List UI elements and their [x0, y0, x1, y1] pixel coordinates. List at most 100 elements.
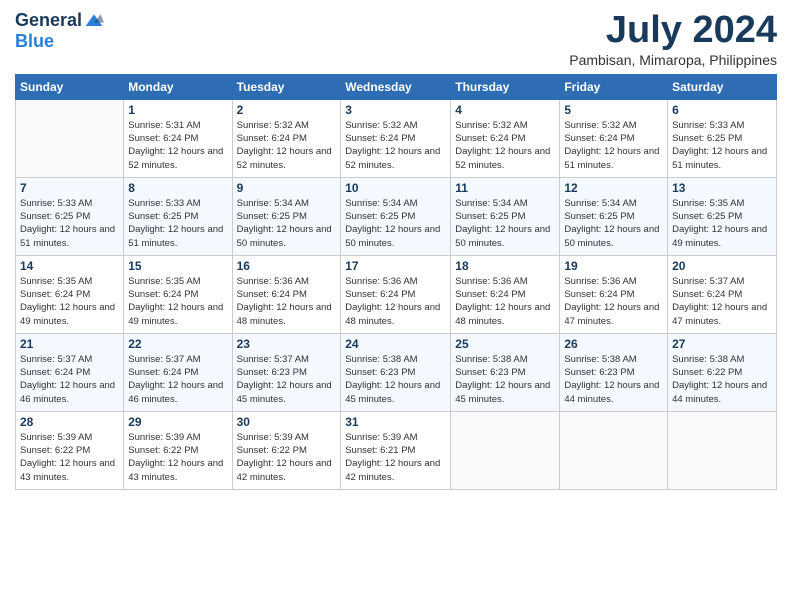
day-info: Sunrise: 5:38 AMSunset: 6:22 PMDaylight:…	[672, 353, 772, 406]
calendar-cell: 24Sunrise: 5:38 AMSunset: 6:23 PMDayligh…	[341, 333, 451, 411]
day-number: 10	[345, 181, 446, 195]
calendar-cell: 26Sunrise: 5:38 AMSunset: 6:23 PMDayligh…	[560, 333, 668, 411]
day-number: 17	[345, 259, 446, 273]
day-number: 6	[672, 103, 772, 117]
day-info: Sunrise: 5:33 AMSunset: 6:25 PMDaylight:…	[20, 197, 119, 250]
week-row-4: 21 Sunrise: 5:37 AMSunset: 6:24 PMDayligh…	[16, 333, 777, 411]
title-section: July 2024 Pambisan, Mimaropa, Philippine…	[569, 10, 777, 68]
day-number: 12	[564, 181, 663, 195]
week-row-5: 28 Sunrise: 5:39 AMSunset: 6:22 PMDayligh…	[16, 411, 777, 489]
day-info: Sunrise: 5:34 AMSunset: 6:25 PMDaylight:…	[345, 197, 446, 250]
day-info: Sunrise: 5:32 AMSunset: 6:24 PMDaylight:…	[564, 119, 663, 172]
day-info: Sunrise: 5:36 AMSunset: 6:24 PMDaylight:…	[564, 275, 663, 328]
weekday-header-sunday: Sunday	[16, 74, 124, 99]
calendar-cell: 17 Sunrise: 5:36 AMSunset: 6:24 PMDayligh…	[341, 255, 451, 333]
day-number: 25	[455, 337, 555, 351]
day-number: 15	[128, 259, 227, 273]
month-title: July 2024	[569, 10, 777, 52]
day-info: Sunrise: 5:33 AMSunset: 6:25 PMDaylight:…	[672, 119, 772, 172]
calendar-cell: 30 Sunrise: 5:39 AMSunset: 6:22 PMDayligh…	[232, 411, 341, 489]
day-number: 14	[20, 259, 119, 273]
weekday-header-friday: Friday	[560, 74, 668, 99]
day-number: 30	[237, 415, 337, 429]
weekday-header-tuesday: Tuesday	[232, 74, 341, 99]
logo-general: General	[15, 10, 82, 31]
calendar-cell: 6 Sunrise: 5:33 AMSunset: 6:25 PMDaylight…	[668, 99, 777, 177]
day-info: Sunrise: 5:38 AMSunset: 6:23 PMDaylight:…	[455, 353, 555, 406]
calendar-cell: 2 Sunrise: 5:32 AMSunset: 6:24 PMDaylight…	[232, 99, 341, 177]
day-number: 1	[128, 103, 227, 117]
day-info: Sunrise: 5:35 AMSunset: 6:24 PMDaylight:…	[20, 275, 119, 328]
calendar-cell: 16Sunrise: 5:36 AMSunset: 6:24 PMDayligh…	[232, 255, 341, 333]
calendar-cell: 11 Sunrise: 5:34 AMSunset: 6:25 PMDayligh…	[451, 177, 560, 255]
calendar-cell: 3Sunrise: 5:32 AMSunset: 6:24 PMDaylight…	[341, 99, 451, 177]
day-number: 5	[564, 103, 663, 117]
day-number: 26	[564, 337, 663, 351]
day-number: 20	[672, 259, 772, 273]
day-info: Sunrise: 5:34 AMSunset: 6:25 PMDaylight:…	[564, 197, 663, 250]
weekday-header-saturday: Saturday	[668, 74, 777, 99]
calendar-cell	[451, 411, 560, 489]
day-number: 13	[672, 181, 772, 195]
day-number: 18	[455, 259, 555, 273]
calendar-cell: 5 Sunrise: 5:32 AMSunset: 6:24 PMDaylight…	[560, 99, 668, 177]
week-row-2: 7 Sunrise: 5:33 AMSunset: 6:25 PMDaylight…	[16, 177, 777, 255]
calendar-cell: 29 Sunrise: 5:39 AMSunset: 6:22 PMDayligh…	[124, 411, 232, 489]
day-number: 9	[237, 181, 337, 195]
calendar-cell: 22 Sunrise: 5:37 AMSunset: 6:24 PMDayligh…	[124, 333, 232, 411]
day-number: 11	[455, 181, 555, 195]
day-info: Sunrise: 5:37 AMSunset: 6:24 PMDaylight:…	[128, 353, 227, 406]
day-number: 22	[128, 337, 227, 351]
day-info: Sunrise: 5:37 AMSunset: 6:24 PMDaylight:…	[672, 275, 772, 328]
day-info: Sunrise: 5:31 AMSunset: 6:24 PMDaylight:…	[128, 119, 227, 172]
calendar-cell: 23 Sunrise: 5:37 AMSunset: 6:23 PMDayligh…	[232, 333, 341, 411]
header: General Blue July 2024 Pambisan, Mimarop…	[15, 10, 777, 68]
calendar-cell: 25 Sunrise: 5:38 AMSunset: 6:23 PMDayligh…	[451, 333, 560, 411]
day-number: 3	[345, 103, 446, 117]
day-number: 23	[237, 337, 337, 351]
day-number: 16	[237, 259, 337, 273]
calendar-cell: 31Sunrise: 5:39 AMSunset: 6:21 PMDayligh…	[341, 411, 451, 489]
day-info: Sunrise: 5:39 AMSunset: 6:21 PMDaylight:…	[345, 431, 446, 484]
day-number: 8	[128, 181, 227, 195]
calendar-cell: 18Sunrise: 5:36 AMSunset: 6:24 PMDayligh…	[451, 255, 560, 333]
calendar-cell: 10 Sunrise: 5:34 AMSunset: 6:25 PMDayligh…	[341, 177, 451, 255]
day-info: Sunrise: 5:33 AMSunset: 6:25 PMDaylight:…	[128, 197, 227, 250]
week-row-3: 14 Sunrise: 5:35 AMSunset: 6:24 PMDayligh…	[16, 255, 777, 333]
week-row-1: 1 Sunrise: 5:31 AMSunset: 6:24 PMDaylight…	[16, 99, 777, 177]
calendar-cell	[668, 411, 777, 489]
calendar-cell: 20 Sunrise: 5:37 AMSunset: 6:24 PMDayligh…	[668, 255, 777, 333]
weekday-header-row: SundayMondayTuesdayWednesdayThursdayFrid…	[16, 74, 777, 99]
calendar-cell: 9 Sunrise: 5:34 AMSunset: 6:25 PMDaylight…	[232, 177, 341, 255]
calendar-cell: 13Sunrise: 5:35 AMSunset: 6:25 PMDayligh…	[668, 177, 777, 255]
location: Pambisan, Mimaropa, Philippines	[569, 52, 777, 68]
day-info: Sunrise: 5:32 AMSunset: 6:24 PMDaylight:…	[455, 119, 555, 172]
day-info: Sunrise: 5:38 AMSunset: 6:23 PMDaylight:…	[345, 353, 446, 406]
calendar-cell: 28Sunrise: 5:39 AMSunset: 6:22 PMDayligh…	[16, 411, 124, 489]
day-info: Sunrise: 5:37 AMSunset: 6:23 PMDaylight:…	[237, 353, 337, 406]
calendar-cell: 21 Sunrise: 5:37 AMSunset: 6:24 PMDayligh…	[16, 333, 124, 411]
day-info: Sunrise: 5:36 AMSunset: 6:24 PMDaylight:…	[345, 275, 446, 328]
calendar-cell: 27 Sunrise: 5:38 AMSunset: 6:22 PMDayligh…	[668, 333, 777, 411]
day-info: Sunrise: 5:32 AMSunset: 6:24 PMDaylight:…	[237, 119, 337, 172]
calendar-cell: 1 Sunrise: 5:31 AMSunset: 6:24 PMDaylight…	[124, 99, 232, 177]
day-info: Sunrise: 5:34 AMSunset: 6:25 PMDaylight:…	[455, 197, 555, 250]
day-number: 28	[20, 415, 119, 429]
calendar-cell: 14 Sunrise: 5:35 AMSunset: 6:24 PMDayligh…	[16, 255, 124, 333]
day-info: Sunrise: 5:39 AMSunset: 6:22 PMDaylight:…	[237, 431, 337, 484]
calendar-table: SundayMondayTuesdayWednesdayThursdayFrid…	[15, 74, 777, 490]
day-number: 27	[672, 337, 772, 351]
logo-icon	[84, 11, 104, 31]
day-info: Sunrise: 5:39 AMSunset: 6:22 PMDaylight:…	[128, 431, 227, 484]
day-number: 2	[237, 103, 337, 117]
day-number: 19	[564, 259, 663, 273]
weekday-header-thursday: Thursday	[451, 74, 560, 99]
logo: General Blue	[15, 10, 104, 52]
day-number: 29	[128, 415, 227, 429]
day-number: 21	[20, 337, 119, 351]
calendar-cell	[560, 411, 668, 489]
calendar-cell: 7 Sunrise: 5:33 AMSunset: 6:25 PMDaylight…	[16, 177, 124, 255]
day-info: Sunrise: 5:34 AMSunset: 6:25 PMDaylight:…	[237, 197, 337, 250]
day-info: Sunrise: 5:37 AMSunset: 6:24 PMDaylight:…	[20, 353, 119, 406]
day-number: 7	[20, 181, 119, 195]
